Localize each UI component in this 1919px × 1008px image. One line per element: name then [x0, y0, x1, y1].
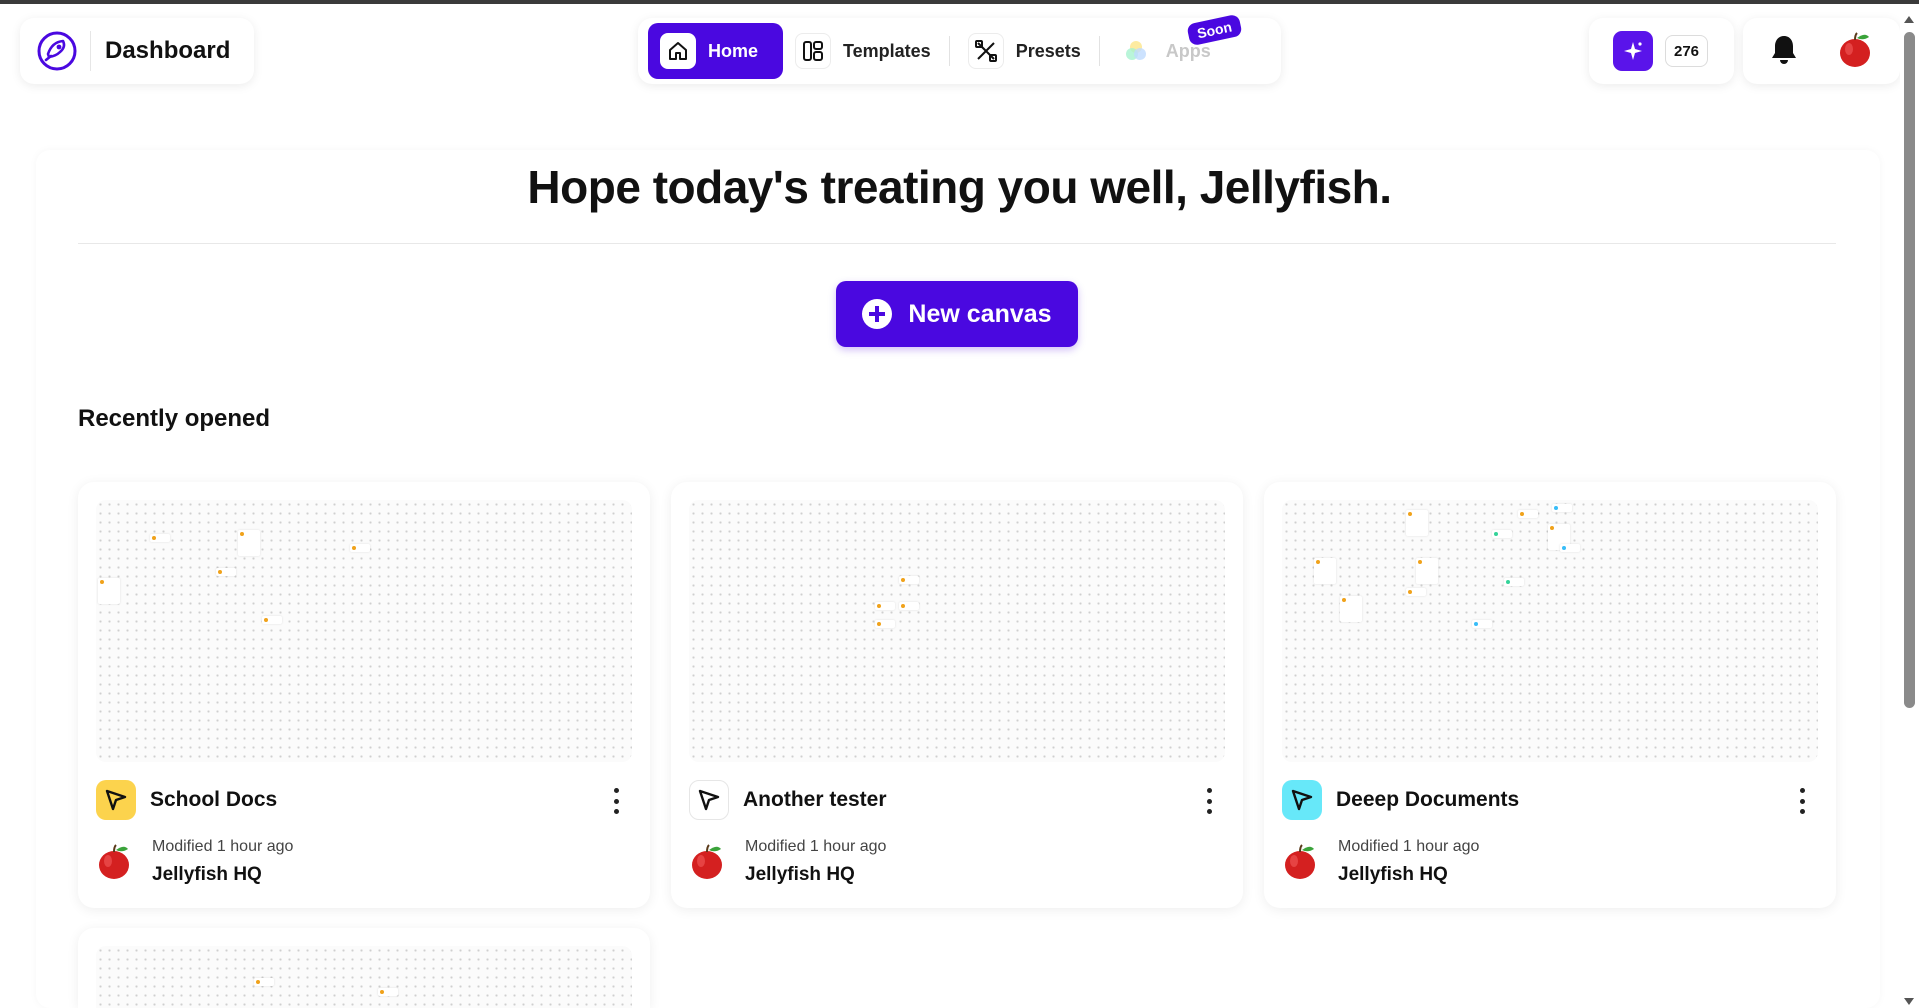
tools-icon — [967, 33, 1004, 69]
page-title: Dashboard — [105, 37, 231, 64]
soon-badge: Soon — [1186, 13, 1243, 47]
card-title[interactable]: Deeep Documents — [1336, 788, 1519, 812]
scroll-down-arrow[interactable] — [1904, 998, 1914, 1005]
canvas-thumbnail[interactable] — [1282, 500, 1818, 762]
scroll-up-arrow[interactable] — [1904, 16, 1914, 23]
thumbnail-node — [1340, 596, 1362, 622]
cursor-icon — [689, 780, 729, 820]
canvas-thumbnail[interactable] — [689, 500, 1225, 762]
owner-avatar — [96, 842, 132, 885]
top-bar: Dashboard Home Templates Presets Apps So… — [0, 4, 1900, 84]
thumbnail-node — [350, 544, 370, 552]
greeting-heading: Hope today's treating you well, Jellyfis… — [527, 161, 1392, 213]
divider — [78, 243, 1836, 244]
card-owner: Jellyfish HQ — [1338, 864, 1448, 885]
nav-home-label: Home — [708, 40, 759, 61]
card-owner: Jellyfish HQ — [745, 864, 855, 885]
nav-apps[interactable]: Apps Soon — [1106, 13, 1243, 79]
nav-apps-label: Apps — [1165, 40, 1211, 61]
card-title[interactable]: Another tester — [743, 788, 887, 812]
modified-time: Modified 1 hour ago — [745, 838, 887, 855]
canvas-thumbnail[interactable] — [96, 946, 632, 1008]
nav-separator — [948, 36, 950, 66]
nav-presets[interactable]: Presets — [956, 23, 1093, 79]
modified-time: Modified 1 hour ago — [152, 838, 294, 855]
more-options-icon[interactable] — [1798, 788, 1806, 814]
credit-count: 276 — [1665, 35, 1709, 67]
thumbnail-node — [150, 534, 170, 542]
canvas-card[interactable]: School Docs Modified 1 hour ago Jellyfis… — [78, 482, 650, 908]
layout-icon — [795, 33, 831, 69]
thumbnail-node — [1518, 510, 1538, 518]
new-canvas-label: New canvas — [908, 299, 1052, 328]
thumbnail-node — [875, 602, 895, 610]
thumbnail-node — [1416, 558, 1438, 584]
bell-icon[interactable] — [1769, 33, 1799, 70]
card-title[interactable]: School Docs — [150, 788, 277, 812]
thumbnail-node — [1560, 544, 1580, 552]
avatar[interactable] — [1837, 30, 1873, 73]
cursor-icon — [1282, 780, 1322, 820]
thumbnail-node — [1314, 558, 1336, 584]
thumbnail-node — [254, 978, 274, 986]
home-icon — [660, 33, 696, 69]
cursor-icon — [96, 780, 136, 820]
nav-separator — [1098, 36, 1100, 66]
thumbnail-node — [899, 576, 919, 584]
brand-box[interactable]: Dashboard — [20, 18, 254, 84]
main-nav: Home Templates Presets Apps Soon — [638, 13, 1281, 84]
new-canvas-button[interactable]: New canvas — [836, 281, 1078, 347]
scrollbar[interactable] — [1900, 4, 1919, 1008]
nav-templates-label: Templates — [843, 40, 931, 61]
canvas-card[interactable]: Another tester Modified 1 hour ago Jelly… — [671, 482, 1243, 908]
credits-box[interactable]: 276 — [1589, 18, 1734, 84]
thumbnail-node — [216, 568, 236, 576]
canvas-card[interactable]: Deeep Documents Modified 1 hour ago Jell… — [1264, 482, 1836, 908]
thumbnail-node — [1504, 578, 1524, 586]
canvas-thumbnail[interactable] — [96, 500, 632, 762]
thumbnail-node — [1406, 510, 1428, 536]
thumbnail-node — [262, 616, 282, 624]
thumbnail-node — [98, 578, 120, 604]
app-logo-icon — [34, 28, 80, 74]
thumbnail-node — [899, 602, 919, 610]
thumbnail-node — [875, 620, 895, 628]
plus-circle-icon — [862, 299, 893, 329]
card-owner: Jellyfish HQ — [152, 864, 262, 885]
sparkle-icon — [1613, 31, 1653, 71]
modified-time: Modified 1 hour ago — [1338, 838, 1480, 855]
nav-home[interactable]: Home — [648, 23, 783, 79]
recently-opened-heading: Recently opened — [78, 405, 271, 432]
scroll-thumb[interactable] — [1904, 32, 1915, 708]
owner-avatar — [689, 842, 725, 885]
thumbnail-node — [378, 988, 398, 996]
thumbnail-node — [1492, 530, 1512, 538]
owner-avatar — [1282, 842, 1318, 885]
thumbnail-node — [1552, 504, 1572, 512]
nav-presets-label: Presets — [1015, 40, 1081, 61]
nav-templates[interactable]: Templates — [783, 23, 943, 79]
more-options-icon[interactable] — [612, 788, 620, 814]
thumbnail-node — [1406, 588, 1426, 596]
apps-icon — [1117, 33, 1154, 69]
more-options-icon[interactable] — [1205, 788, 1213, 814]
canvas-card[interactable] — [78, 928, 650, 1008]
thumbnail-node — [1472, 620, 1492, 628]
brand-divider — [90, 31, 91, 71]
user-box — [1743, 18, 1900, 84]
thumbnail-node — [238, 530, 260, 556]
